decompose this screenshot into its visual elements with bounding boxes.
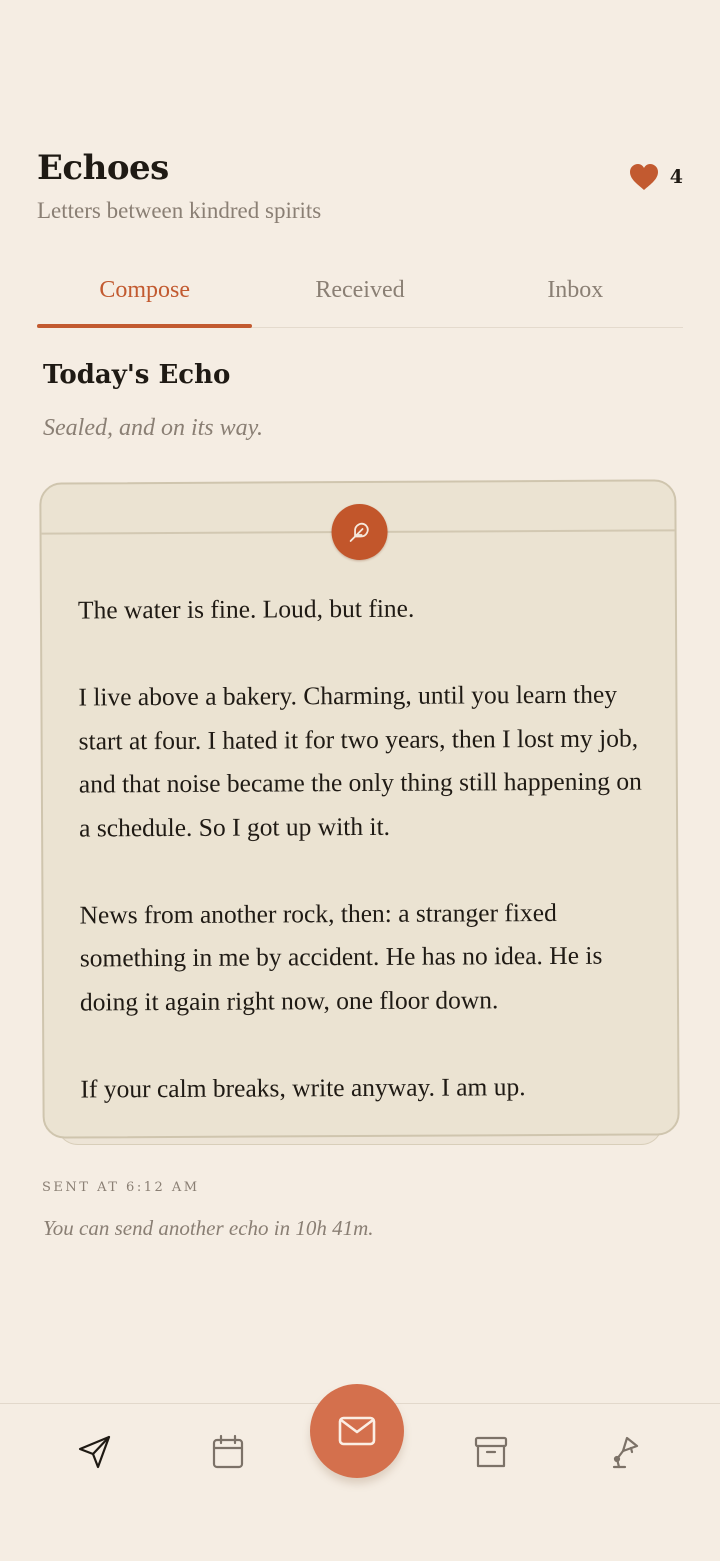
- wax-seal: [331, 503, 388, 561]
- feather-icon: [345, 518, 373, 546]
- tab-inbox[interactable]: Inbox: [468, 262, 683, 327]
- send-icon: [76, 1433, 114, 1471]
- app-header: Echoes Letters between kindred spirits 4: [37, 148, 683, 238]
- section-status: Sealed, and on its way.: [43, 415, 263, 441]
- nav-archive-button[interactable]: [467, 1428, 515, 1476]
- letter-paragraph: News from another rock, then: a stranger…: [79, 897, 603, 1016]
- nav-calendar-button[interactable]: [204, 1428, 252, 1476]
- next-echo-countdown: You can send another echo in 10h 41m.: [43, 1216, 374, 1240]
- bottom-nav: [0, 1384, 720, 1561]
- letter-paragraph: The water is fine. Loud, but fine.: [77, 593, 415, 625]
- sent-timestamp: SENT AT 6:12 AM: [42, 1180, 200, 1195]
- app-subtitle: Letters between kindred spirits: [37, 198, 322, 223]
- lamp-icon: [605, 1433, 643, 1471]
- compose-fab-button[interactable]: [310, 1384, 404, 1478]
- heart-icon: [628, 162, 660, 192]
- likes-count: 4: [669, 166, 683, 188]
- calendar-icon: [209, 1433, 247, 1471]
- archive-icon: [472, 1433, 510, 1471]
- app-title: Echoes: [37, 148, 169, 188]
- tab-bar: Compose Received Inbox: [37, 262, 683, 328]
- letter-paragraph: I live above a bakery. Charming, until y…: [78, 679, 642, 842]
- mail-icon: [335, 1409, 379, 1453]
- nav-send-button[interactable]: [71, 1428, 119, 1476]
- tab-received[interactable]: Received: [252, 262, 467, 327]
- nav-lamp-button[interactable]: [600, 1428, 648, 1476]
- likes-badge[interactable]: 4: [628, 162, 683, 192]
- letter-paragraph: If your calm breaks, write anyway. I am …: [80, 1071, 526, 1103]
- tab-compose[interactable]: Compose: [37, 262, 253, 328]
- section-title: Today's Echo: [43, 360, 231, 390]
- letter-card: The water is fine. Loud, but fine. I liv…: [39, 479, 680, 1139]
- letter-body: The water is fine. Loud, but fine. I liv…: [78, 586, 648, 1111]
